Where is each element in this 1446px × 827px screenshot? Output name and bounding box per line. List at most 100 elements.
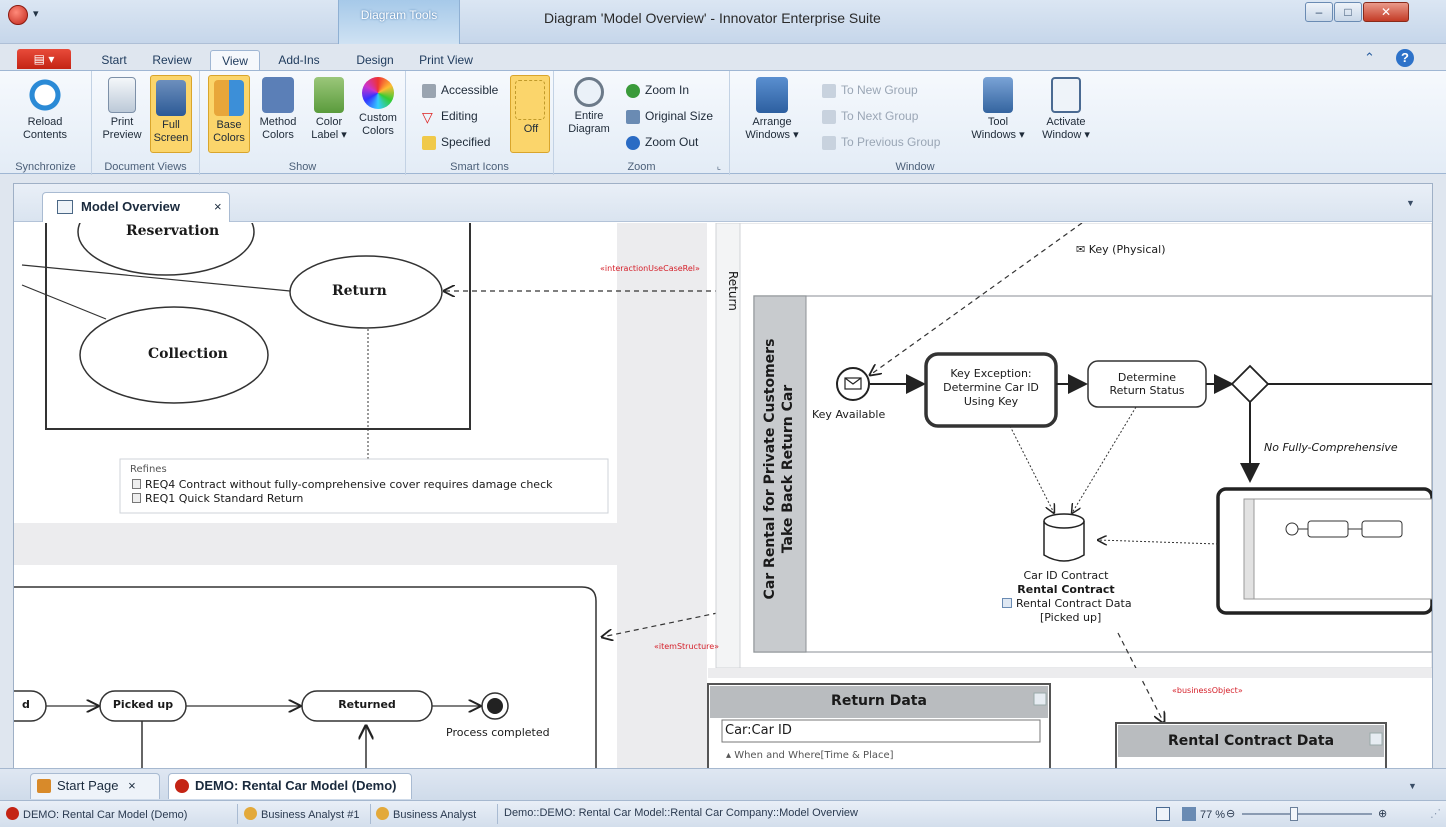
app-logo-icon[interactable] xyxy=(8,5,28,25)
accessible-label: Accessible xyxy=(441,83,499,97)
zoom-slider-thumb[interactable] xyxy=(1290,807,1298,821)
zoom-in-small-icon[interactable]: ⊕ xyxy=(1378,807,1387,820)
original-size-button[interactable]: Original Size xyxy=(626,109,713,124)
close-tab-icon[interactable]: × xyxy=(214,193,222,221)
task-key-exception-line: Determine Car ID xyxy=(943,381,1039,394)
group-synchronize: Reload Contents Synchronize xyxy=(0,71,92,175)
model-icon xyxy=(175,779,189,793)
zoom-page-icon xyxy=(1182,807,1196,821)
activate-window-button[interactable]: Activate Window ▾ xyxy=(1034,77,1098,142)
tab-review[interactable]: Review xyxy=(148,50,196,70)
datastore-state: [Picked up] xyxy=(1040,611,1102,624)
title-bar: ▾ Diagram Tools Diagram 'Model Overview'… xyxy=(0,0,1446,44)
status-model-text: DEMO: Rental Car Model (Demo) xyxy=(23,809,188,821)
zoom-slider[interactable] xyxy=(1242,813,1372,815)
zoom-out-small-icon[interactable]: ⊖ xyxy=(1226,807,1235,820)
lane-return-label: Return xyxy=(726,271,740,311)
color-wheel-icon xyxy=(362,77,394,109)
custom-colors-button[interactable]: Custom Colors xyxy=(354,77,402,138)
tab-start[interactable]: Start xyxy=(94,50,134,70)
minimize-button[interactable]: – xyxy=(1305,2,1333,22)
refines-item: REQ1 Quick Standard Return xyxy=(132,492,303,505)
tab-design[interactable]: Design xyxy=(350,50,400,70)
quick-access-dropdown-icon[interactable]: ▾ xyxy=(33,7,39,20)
ribbon: Reload Contents Synchronize Print Previe… xyxy=(0,70,1446,175)
maximize-button[interactable]: □ xyxy=(1334,2,1362,22)
bottom-tab-bar: Start Page × DEMO: Rental Car Model (Dem… xyxy=(0,768,1446,817)
tab-model-overview[interactable]: Model Overview × xyxy=(42,192,230,222)
user-icon xyxy=(244,807,257,820)
gray-band xyxy=(617,223,707,768)
dialog-launcher-icon[interactable]: ⌞ xyxy=(717,161,721,172)
tool-windows-button[interactable]: Tool Windows ▾ xyxy=(966,77,1030,142)
state-partial[interactable] xyxy=(14,690,47,722)
context-tab-group-label: Diagram Tools xyxy=(360,8,438,22)
tab-start-page[interactable]: Start Page × xyxy=(30,773,160,799)
lower-separator xyxy=(708,668,1432,678)
fit-page-icon[interactable] xyxy=(1156,807,1170,824)
key-physical-label: ✉ Key (Physical) xyxy=(1076,243,1166,256)
tab-demo-label: DEMO: Rental Car Model (Demo) xyxy=(195,778,397,793)
zoom-in-label: Zoom In xyxy=(645,83,690,97)
task-determine-return-line: Return Status xyxy=(1109,384,1185,397)
task-determine-return-label: Determine Return Status xyxy=(1088,371,1206,397)
datastore-label: Car ID Contract Rental Contract xyxy=(1006,569,1126,597)
help-icon[interactable]: ? xyxy=(1396,49,1414,67)
resize-grip-icon[interactable]: ⋰ xyxy=(1430,807,1441,820)
reload-contents-button[interactable]: Reload Contents xyxy=(14,77,76,142)
to-new-group-label: To New Group xyxy=(841,83,918,97)
editing-button[interactable]: ▽ Editing xyxy=(422,109,478,124)
state-returned-label: Returned xyxy=(338,698,396,711)
file-menu-button[interactable]: ▤ ▾ xyxy=(17,49,71,69)
item-structure-label: «itemStructure» xyxy=(654,642,720,651)
base-colors-button[interactable]: Base Colors xyxy=(208,75,250,153)
close-window-button[interactable]: ✕ xyxy=(1363,2,1409,22)
full-screen-button[interactable]: Full Screen xyxy=(150,75,192,153)
tab-list-dropdown-icon[interactable]: ▼ xyxy=(1406,198,1415,208)
to-previous-group-button[interactable]: To Previous Group xyxy=(822,135,940,150)
accessible-button[interactable]: Accessible xyxy=(422,83,498,98)
print-preview-button[interactable]: Print Preview xyxy=(98,77,146,142)
zoom-in-button[interactable]: Zoom In xyxy=(626,83,689,98)
zoom-out-button[interactable]: Zoom Out xyxy=(626,135,698,150)
business-object-label: «businessObject» xyxy=(1172,686,1243,695)
window-title: Diagram 'Model Overview' - Innovator Ent… xyxy=(544,10,881,26)
start-page-icon xyxy=(37,779,51,793)
status-model: DEMO: Rental Car Model (Demo) xyxy=(6,807,187,821)
usecase-return-label: Return xyxy=(332,283,387,299)
data-icon xyxy=(1002,598,1012,608)
arrange-windows-icon xyxy=(756,77,788,113)
tab-list-dropdown-icon[interactable]: ▼ xyxy=(1408,781,1417,791)
tab-print-view[interactable]: Print View xyxy=(414,50,478,70)
method-colors-label: Method Colors xyxy=(259,116,297,141)
specified-button[interactable]: Specified xyxy=(422,135,490,150)
diagram-icon xyxy=(57,200,73,214)
refines-item-text: REQ4 Contract without fully-comprehensiv… xyxy=(145,478,553,491)
smart-icons-off-button[interactable]: Off xyxy=(510,75,550,153)
tab-view[interactable]: View xyxy=(210,50,260,70)
custom-colors-label: Custom Colors xyxy=(359,112,397,137)
color-label-icon xyxy=(314,77,344,113)
rental-contract-data-title: Rental Contract Data xyxy=(1167,733,1335,749)
reload-icon xyxy=(27,77,63,113)
minimize-ribbon-icon[interactable]: ⌃ xyxy=(1364,50,1375,66)
to-next-group-button[interactable]: To Next Group xyxy=(822,109,918,124)
tab-model-overview-label: Model Overview xyxy=(81,199,180,214)
zoom-level[interactable]: 77 % xyxy=(1182,807,1225,821)
diagram-canvas[interactable]: Reservation Return Collection «interacti… xyxy=(14,223,1432,768)
color-label-button[interactable]: Color Label ▾ xyxy=(304,77,354,142)
close-tab-icon[interactable]: × xyxy=(128,778,136,793)
arrange-windows-button[interactable]: Arrange Windows ▾ xyxy=(742,77,802,142)
method-colors-button[interactable]: Method Colors xyxy=(254,77,302,142)
state-picked-up-label: Picked up xyxy=(112,698,174,711)
datastore-item: Rental Contract Data xyxy=(1002,597,1132,610)
tab-demo-rental-car-model[interactable]: DEMO: Rental Car Model (Demo) × xyxy=(168,773,412,817)
to-new-group-button[interactable]: To New Group xyxy=(822,83,918,98)
entire-diagram-button[interactable]: Entire Diagram xyxy=(566,77,612,136)
base-colors-icon xyxy=(214,80,244,116)
status-role: Business Analyst xyxy=(376,807,476,821)
original-size-label: Original Size xyxy=(645,109,714,123)
magnifier-icon xyxy=(574,77,604,107)
group-label-smart-icons: Smart Icons xyxy=(450,161,509,173)
tab-add-ins[interactable]: Add-Ins xyxy=(273,50,325,70)
